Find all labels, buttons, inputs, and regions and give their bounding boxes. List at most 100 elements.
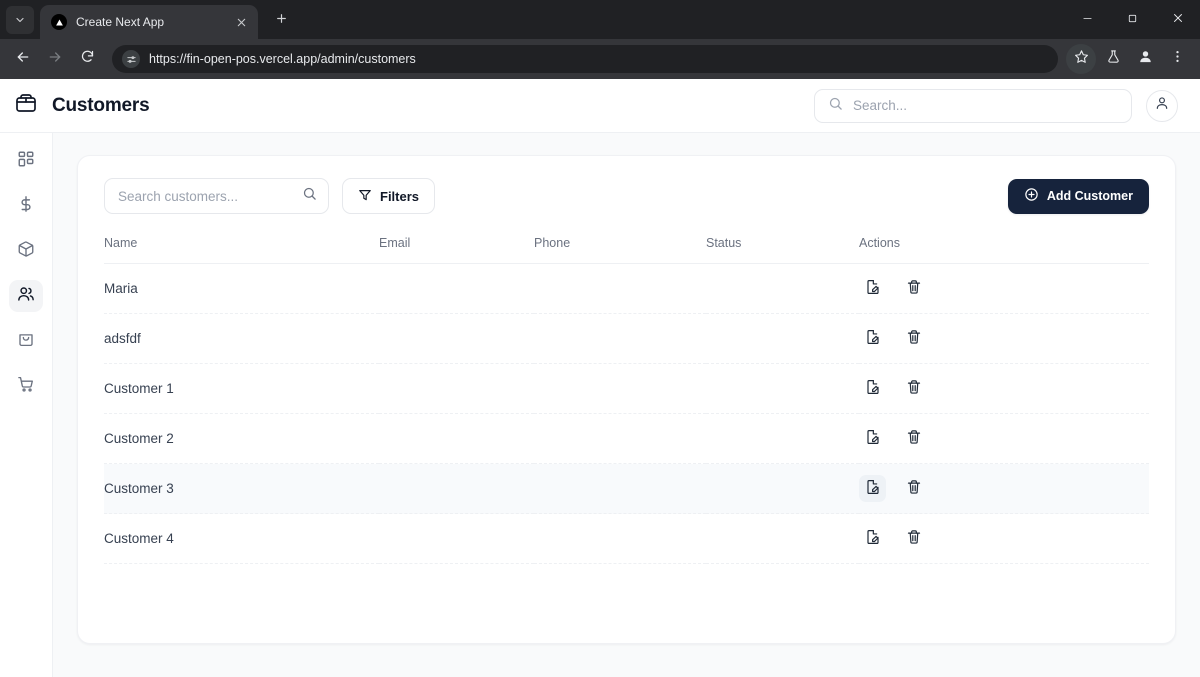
cell-email xyxy=(379,463,534,514)
customers-card: Filters Add Customer xyxy=(77,155,1176,644)
tab-search-button[interactable] xyxy=(6,6,34,34)
back-button[interactable] xyxy=(8,44,38,74)
cell-email xyxy=(379,313,534,364)
global-search-input[interactable] xyxy=(853,98,1118,113)
cell-phone xyxy=(534,513,706,564)
edit-customer-button[interactable] xyxy=(859,425,886,452)
new-tab-button[interactable] xyxy=(267,7,295,35)
browser-menu-button[interactable] xyxy=(1162,44,1192,74)
customer-search[interactable] xyxy=(104,178,329,214)
cell-status xyxy=(706,513,859,564)
cell-name: adsfdf xyxy=(104,313,379,364)
filter-funnel-icon xyxy=(358,188,372,205)
sidebar-item-orders[interactable] xyxy=(9,325,43,357)
cell-actions xyxy=(859,463,1149,514)
table-header-row: Name Email Phone Status Actions xyxy=(104,236,1149,264)
cell-email xyxy=(379,363,534,414)
column-header-phone[interactable]: Phone xyxy=(534,236,706,264)
table-row[interactable]: Customer 1 xyxy=(104,363,1149,414)
global-search[interactable] xyxy=(814,88,1132,123)
shopping-cart-icon xyxy=(17,375,35,398)
search-icon xyxy=(302,186,317,206)
tune-icon[interactable] xyxy=(122,50,140,68)
bookmark-button[interactable] xyxy=(1066,44,1096,74)
filters-button[interactable]: Filters xyxy=(342,178,436,214)
sidebar-item-products[interactable] xyxy=(9,235,43,267)
file-edit-icon xyxy=(865,479,881,498)
maximize-button[interactable] xyxy=(1110,0,1155,39)
trash-icon xyxy=(906,279,922,298)
table-row[interactable]: Customer 2 xyxy=(104,413,1149,464)
column-header-email[interactable]: Email xyxy=(379,236,534,264)
cell-status xyxy=(706,263,859,314)
delete-customer-button[interactable] xyxy=(900,275,927,302)
trash-icon xyxy=(906,429,922,448)
edit-customer-button[interactable] xyxy=(859,325,886,352)
sidebar xyxy=(0,133,53,677)
star-icon xyxy=(1074,49,1089,69)
table-row[interactable]: Customer 3 xyxy=(104,463,1149,514)
minimize-icon xyxy=(1082,11,1093,29)
header-actions xyxy=(814,88,1178,123)
delete-customer-button[interactable] xyxy=(900,425,927,452)
sidebar-item-dashboard[interactable] xyxy=(9,145,43,177)
customer-search-input[interactable] xyxy=(118,188,302,204)
cell-email xyxy=(379,513,534,564)
shopping-bag-icon xyxy=(17,330,35,353)
edit-customer-button[interactable] xyxy=(859,525,886,552)
edit-customer-button[interactable] xyxy=(859,275,886,302)
table-row[interactable]: Maria xyxy=(104,263,1149,314)
delete-customer-button[interactable] xyxy=(900,525,927,552)
table-header: Name Email Phone Status Actions xyxy=(104,236,1149,264)
grid-dashboard-icon xyxy=(17,150,35,173)
table-row[interactable]: Customer 4 xyxy=(104,513,1149,564)
browser-tab[interactable]: Create Next App xyxy=(40,5,258,39)
content-area: Filters Add Customer xyxy=(53,133,1200,677)
address-bar[interactable]: https://fin-open-pos.vercel.app/admin/cu… xyxy=(112,45,1058,73)
delete-customer-button[interactable] xyxy=(900,375,927,402)
file-edit-icon xyxy=(865,429,881,448)
brand: Customers xyxy=(14,91,150,120)
add-customer-button[interactable]: Add Customer xyxy=(1007,178,1149,214)
arrow-right-icon xyxy=(47,49,63,70)
trash-icon xyxy=(906,479,922,498)
delete-customer-button[interactable] xyxy=(900,325,927,352)
browser-toolbar: https://fin-open-pos.vercel.app/admin/cu… xyxy=(0,39,1200,79)
close-button[interactable] xyxy=(1155,0,1200,39)
reload-icon xyxy=(80,49,95,69)
chevron-down-icon xyxy=(14,14,26,26)
search-icon xyxy=(828,96,843,116)
cell-status xyxy=(706,313,859,364)
box-package-icon xyxy=(17,240,35,263)
column-header-name[interactable]: Name xyxy=(104,236,379,264)
app-header: Customers xyxy=(0,79,1200,133)
sidebar-item-finance[interactable] xyxy=(9,190,43,222)
profile-button[interactable] xyxy=(1130,44,1160,74)
close-icon[interactable] xyxy=(232,13,250,31)
minimize-button[interactable] xyxy=(1065,0,1110,39)
tab-title: Create Next App xyxy=(76,15,165,29)
file-edit-icon xyxy=(865,279,881,298)
dollar-icon xyxy=(17,195,35,218)
reload-button[interactable] xyxy=(72,44,102,74)
cell-actions xyxy=(859,413,1149,464)
tab-strip: Create Next App xyxy=(0,0,1200,39)
sidebar-item-pos[interactable] xyxy=(9,370,43,402)
forward-button[interactable] xyxy=(40,44,70,74)
account-button[interactable] xyxy=(1146,89,1178,122)
cell-actions xyxy=(859,263,1149,314)
sidebar-item-customers[interactable] xyxy=(9,280,43,312)
edit-customer-button[interactable] xyxy=(859,375,886,402)
cell-actions xyxy=(859,313,1149,364)
close-icon xyxy=(1172,11,1184,29)
column-header-status[interactable]: Status xyxy=(706,236,859,264)
edit-customer-button[interactable] xyxy=(859,475,886,502)
file-edit-icon xyxy=(865,379,881,398)
experiments-button[interactable] xyxy=(1098,44,1128,74)
maximize-icon xyxy=(1127,11,1138,29)
table-row[interactable]: adsfdf xyxy=(104,313,1149,364)
delete-customer-button[interactable] xyxy=(900,475,927,502)
page-title: Customers xyxy=(52,94,150,116)
cell-phone xyxy=(534,413,706,464)
cell-status xyxy=(706,413,859,464)
